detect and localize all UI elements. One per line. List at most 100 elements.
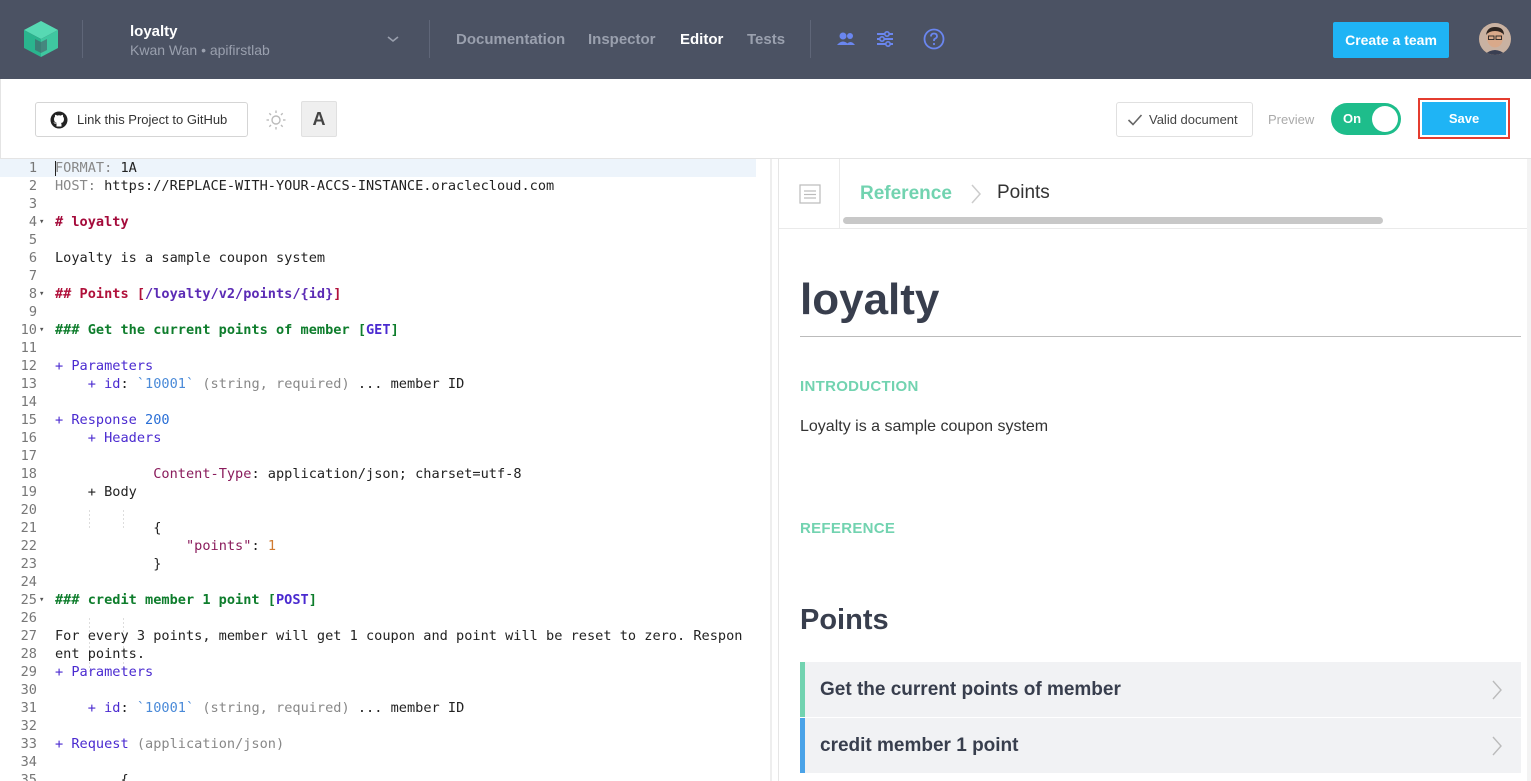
- introduction-heading: INTRODUCTION: [800, 378, 919, 395]
- line-number: 13: [20, 376, 37, 392]
- reference-heading: REFERENCE: [800, 520, 896, 537]
- line-number: 8: [28, 286, 37, 302]
- line-number: 6: [28, 250, 37, 266]
- create-team-button[interactable]: Create a team: [1333, 22, 1449, 58]
- action-credit-point[interactable]: credit member 1 point: [800, 718, 1521, 773]
- settings-sliders-icon[interactable]: [874, 28, 896, 50]
- line-number: 12: [20, 358, 37, 374]
- editor-line[interactable]: 7: [0, 267, 772, 285]
- chevron-down-icon[interactable]: [386, 32, 400, 46]
- toggle-label: On: [1343, 111, 1362, 126]
- editor-line[interactable]: 18 Content-Type: application/json; chars…: [0, 465, 772, 483]
- help-icon[interactable]: [923, 28, 945, 50]
- editor-line[interactable]: 14: [0, 393, 772, 411]
- editor-line[interactable]: 17: [0, 447, 772, 465]
- editor-line[interactable]: 31 + id: `10001` (string, required) ... …: [0, 699, 772, 717]
- editor-line[interactable]: 2 HOST: https://REPLACE-WITH-YOUR-ACCS-IN…: [0, 177, 772, 195]
- editor-line[interactable]: 16 + Headers: [0, 429, 772, 447]
- action-label: credit member 1 point: [820, 735, 1019, 756]
- line-number: 21: [20, 520, 37, 536]
- editor-line[interactable]: 24: [0, 573, 772, 591]
- code-text: + Parameters: [55, 358, 154, 374]
- editor-line[interactable]: 4 ▾ # loyalty: [0, 213, 772, 231]
- editor-line[interactable]: 15 + Response 200: [0, 411, 772, 429]
- preview-toggle[interactable]: On: [1331, 103, 1401, 135]
- editor-line[interactable]: 28 ent points.: [0, 645, 772, 663]
- action-get-points[interactable]: Get the current points of member: [800, 662, 1521, 717]
- editor-line[interactable]: 34: [0, 753, 772, 771]
- documentation-preview: Reference Points loyalty INTRODUCTION Lo…: [779, 159, 1531, 781]
- line-number: 18: [20, 466, 37, 482]
- editor-line[interactable]: 10 ▾ ### Get the current points of member …: [0, 321, 772, 339]
- editor-line[interactable]: 3: [0, 195, 772, 213]
- toc-button[interactable]: [779, 159, 840, 229]
- editor-line[interactable]: 9: [0, 303, 772, 321]
- line-number: 1: [28, 160, 37, 176]
- sun-icon[interactable]: [265, 109, 287, 131]
- divider: [82, 20, 83, 58]
- code-text: + Response 200: [55, 412, 170, 428]
- line-number: 9: [28, 304, 37, 320]
- link-github-button[interactable]: Link this Project to GitHub: [35, 102, 248, 137]
- line-number: 27: [20, 628, 37, 644]
- editor-line[interactable]: 25 ▾ ### credit member 1 point [POST]: [0, 591, 772, 609]
- editor-line[interactable]: 35 {: [0, 771, 772, 781]
- editor-line[interactable]: 12 + Parameters: [0, 357, 772, 375]
- editor-line[interactable]: 21 {: [0, 519, 772, 537]
- nav-inspector[interactable]: Inspector: [588, 31, 656, 48]
- fold-toggle-icon[interactable]: ▾: [39, 591, 44, 609]
- fold-toggle-icon[interactable]: ▾: [39, 213, 44, 231]
- code-text: ent points.: [55, 646, 146, 662]
- editor-line[interactable]: 5: [0, 231, 772, 249]
- team-icon[interactable]: [835, 28, 857, 50]
- nav-editor[interactable]: Editor: [680, 31, 723, 48]
- code-text: Loyalty is a sample coupon system: [55, 250, 326, 266]
- nav-tests[interactable]: Tests: [747, 31, 785, 48]
- editor-line[interactable]: 32: [0, 717, 772, 735]
- editor-line[interactable]: 8 ▾ ## Points [/loyalty/v2/points/{id}]: [0, 285, 772, 303]
- preview-scrollbar[interactable]: [1527, 159, 1531, 781]
- line-number: 32: [20, 718, 37, 734]
- user-avatar-icon: [1479, 23, 1511, 55]
- code-text: + Body: [55, 484, 137, 500]
- breadcrumb-scrollbar[interactable]: [843, 217, 1383, 224]
- avatar[interactable]: [1479, 23, 1511, 55]
- save-button[interactable]: Save: [1422, 102, 1506, 135]
- editor-line[interactable]: 30: [0, 681, 772, 699]
- line-number: 24: [20, 574, 37, 590]
- editor-line[interactable]: 33 + Request (application/json): [0, 735, 772, 753]
- editor-line[interactable]: 11: [0, 339, 772, 357]
- code-text: "points": 1: [185, 538, 276, 554]
- line-number: 20: [20, 502, 37, 518]
- font-size-button[interactable]: A: [301, 101, 337, 137]
- code-text: + Parameters: [55, 664, 154, 680]
- divider: [810, 20, 811, 58]
- line-number: 29: [20, 664, 37, 680]
- project-name[interactable]: loyalty: [130, 23, 178, 40]
- editor-line[interactable]: 27 For every 3 points, member will get 1 …: [0, 627, 772, 645]
- code-editor[interactable]: 1 FORMAT: 1A 2 HOST: https://REPLACE-WITH-Y…: [0, 159, 772, 781]
- fold-toggle-icon[interactable]: ▾: [39, 321, 44, 339]
- editor-line[interactable]: 29 + Parameters: [0, 663, 772, 681]
- fold-toggle-icon[interactable]: ▾: [39, 285, 44, 303]
- line-number: 14: [20, 394, 37, 410]
- editor-line[interactable]: 26: [0, 609, 772, 627]
- editor-line[interactable]: 6 Loyalty is a sample coupon system: [0, 249, 772, 267]
- editor-line[interactable]: 22 "points": 1: [0, 537, 772, 555]
- editor-line[interactable]: 13 + id: `10001` (string, required) ... …: [0, 375, 772, 393]
- breadcrumb-current: Points: [997, 182, 1050, 203]
- line-number: 28: [20, 646, 37, 662]
- editor-toolbar: Link this Project to GitHub A Valid docu…: [0, 79, 1531, 159]
- editor-line[interactable]: 23 }: [0, 555, 772, 573]
- code-text: ### credit member 1 point [POST]: [55, 592, 317, 608]
- nav-documentation[interactable]: Documentation: [456, 31, 565, 48]
- breadcrumb-reference[interactable]: Reference: [860, 183, 952, 205]
- line-number: 25: [20, 592, 37, 608]
- editor-line[interactable]: 1 FORMAT: 1A: [0, 159, 756, 177]
- code-text: # loyalty: [55, 214, 129, 230]
- editor-line[interactable]: 20: [0, 501, 772, 519]
- valid-document-badge[interactable]: Valid document: [1116, 102, 1253, 137]
- github-icon: [50, 111, 68, 128]
- editor-line[interactable]: 19 + Body: [0, 483, 772, 501]
- apiary-logo-icon[interactable]: [22, 19, 60, 59]
